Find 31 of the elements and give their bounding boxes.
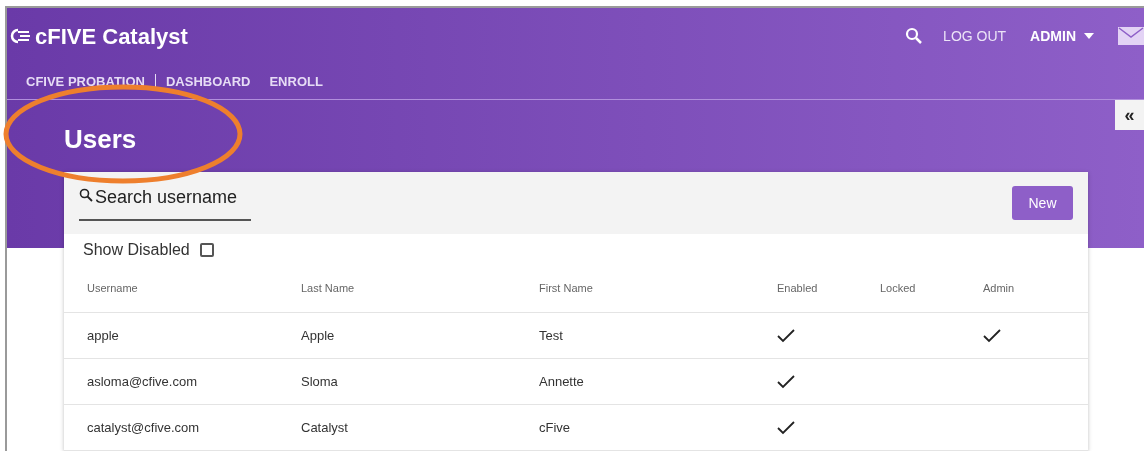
- logo-icon: [9, 28, 31, 44]
- table-cell-text: Test: [539, 326, 564, 345]
- table-cell-text: Annette: [539, 372, 585, 391]
- table-cell-text: Catalyst: [301, 418, 349, 437]
- column-header: Admin: [983, 280, 1016, 296]
- table-cell-text: apple: [87, 326, 120, 345]
- search-icon: [79, 188, 93, 202]
- nav-link[interactable]: ENROLL: [269, 71, 323, 92]
- column-header: Last Name: [301, 280, 356, 296]
- column-header: Username: [87, 280, 139, 296]
- search-icon[interactable]: [905, 27, 924, 45]
- column-header: Enabled: [777, 280, 819, 296]
- collapse-button[interactable]: «: [1115, 100, 1144, 130]
- column-header: Locked: [880, 280, 917, 296]
- caret-icon: [1084, 33, 1094, 39]
- nav-link[interactable]: CFIVE PROBATION: [26, 71, 145, 92]
- new-button[interactable]: New: [1012, 186, 1073, 220]
- user-menu-button[interactable]: ADMIN: [1030, 25, 1094, 47]
- show-disabled-label: Show Disabled: [83, 239, 190, 260]
- table-cell-text: catalyst@cfive.com: [87, 418, 201, 437]
- table-cell-text: Sloma: [301, 372, 339, 391]
- table-cell-text: Apple: [301, 326, 336, 345]
- logout-link[interactable]: LOG OUT: [943, 25, 1007, 47]
- column-header: First Name: [539, 280, 594, 296]
- table-cell-text: asloma@cfive.com: [87, 372, 198, 391]
- nav-link[interactable]: DASHBOARD: [165, 71, 251, 92]
- page-title: Users: [64, 123, 137, 156]
- brand-logo-text: cFIVE Catalyst: [35, 22, 188, 51]
- table-cell-text: cFive: [539, 418, 572, 437]
- mail-icon[interactable]: [1118, 27, 1144, 45]
- search-field[interactable]: Search username: [95, 172, 251, 221]
